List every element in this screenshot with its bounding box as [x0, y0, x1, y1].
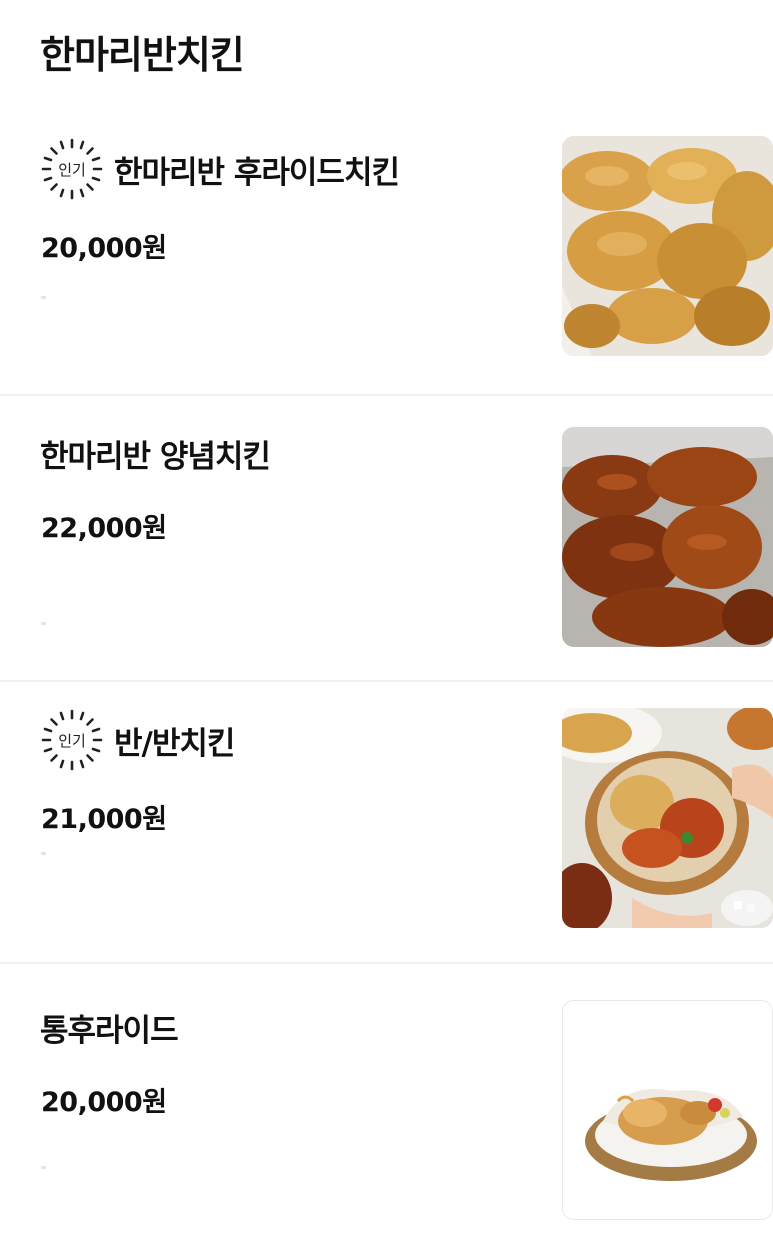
menu-item-price: 20,000원: [41, 233, 167, 264]
menu-item-fried-chicken[interactable]: 인기 한마리반 후라이드치킨 20,000원: [0, 110, 773, 396]
menu-item-description: [41, 1166, 46, 1169]
menu-item-description: [41, 622, 46, 625]
menu-item-name-row: 한마리반 양념치킨: [40, 420, 271, 486]
popular-badge-label: 인기: [58, 732, 86, 750]
menu-item-whole-fried[interactable]: 통후라이드 20,000원: [0, 968, 773, 1241]
menu-item-price: 20,000원: [41, 1087, 167, 1118]
menu-item-name-row: 인기 반/반치킨: [40, 707, 235, 773]
menu-item-price: 21,000원: [41, 804, 167, 835]
category-title: 한마리반치킨: [40, 33, 245, 77]
menu-item-image[interactable]: [562, 1000, 773, 1220]
menu-item-half-half-chicken[interactable]: 인기 반/반치킨 21,000원: [0, 678, 773, 964]
menu-item-name: 한마리반 후라이드치킨: [114, 154, 400, 191]
menu-item-name: 한마리반 양념치킨: [40, 438, 271, 475]
menu-item-description: [41, 296, 46, 299]
half-half-chicken-photo: [562, 708, 773, 928]
popular-badge-label: 인기: [58, 161, 86, 179]
popular-badge-icon: 인기: [41, 138, 103, 200]
menu-item-seasoned-chicken[interactable]: 한마리반 양념치킨 22,000원: [0, 396, 773, 682]
menu-item-image[interactable]: [562, 427, 773, 647]
menu-item-name-row: 통후라이드: [40, 994, 179, 1060]
menu-item-name-row: 인기 한마리반 후라이드치킨: [40, 136, 400, 202]
menu-item-image[interactable]: [562, 708, 773, 928]
whole-fried-chicken-photo: [563, 1001, 772, 1219]
menu-item-name: 통후라이드: [40, 1012, 179, 1049]
seasoned-chicken-photo: [562, 427, 773, 647]
menu-item-image[interactable]: [562, 136, 773, 356]
menu-item-name: 반/반치킨: [114, 725, 235, 762]
menu-item-description: [41, 852, 46, 855]
fried-chicken-photo: [562, 136, 773, 356]
popular-badge-icon: 인기: [41, 709, 103, 771]
menu-item-price: 22,000원: [41, 513, 167, 544]
